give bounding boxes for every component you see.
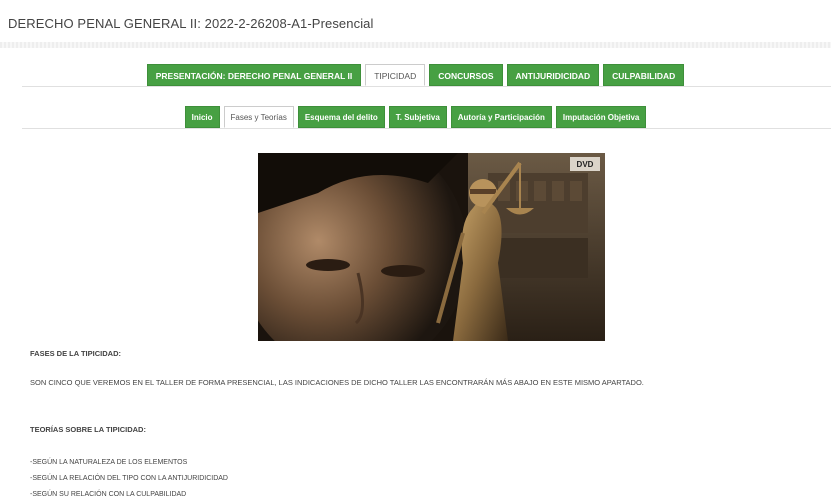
header-divider <box>0 42 831 48</box>
subtab-inicio[interactable]: Inicio <box>184 106 220 128</box>
subtab-t-subjetiva[interactable]: T. Subjetiva <box>388 106 447 128</box>
heading-theories: TEORÍAS SOBRE LA TIPICIDAD: <box>30 425 146 434</box>
tab-tipicidad[interactable]: TIPICIDAD <box>365 64 426 86</box>
hero-illustration: DVD <box>258 153 605 341</box>
hero-image: DVD <box>258 153 605 341</box>
paragraph-phases: SON CINCO QUE VEREMOS EN EL TALLER DE FO… <box>30 378 644 387</box>
list-item: -SEGÚN LA RELACIÓN DEL TIPO CON LA ANTIJ… <box>30 475 228 482</box>
tab-presentacion[interactable]: PRESENTACIÓN: DERECHO PENAL GENERAL II <box>146 64 362 86</box>
heading-phases: FASES DE LA TIPICIDAD: <box>30 349 121 358</box>
tab-culpabilidad[interactable]: CULPABILIDAD <box>603 64 685 86</box>
subtab-fases-teorias[interactable]: Fases y Teorías <box>223 106 294 128</box>
subtab-autoria-participacion[interactable]: Autoría y Participación <box>450 106 552 128</box>
subtab-imputacion-objetiva[interactable]: Imputación Objetiva <box>555 106 647 128</box>
sub-tab-bar: Inicio Fases y Teorías Esquema del delit… <box>0 106 831 129</box>
list-item: -SEGÚN LA NATURALEZA DE LOS ELEMENTOS <box>30 459 188 466</box>
main-tab-bar: PRESENTACIÓN: DERECHO PENAL GENERAL II T… <box>0 64 831 87</box>
course-title: DERECHO PENAL GENERAL II: 2022-2-26208-A… <box>8 16 374 31</box>
subtab-esquema-delito[interactable]: Esquema del delito <box>297 106 385 128</box>
list-item: -SEGÚN SU RELACIÓN CON LA CULPABILIDAD <box>30 491 187 498</box>
tab-concursos[interactable]: CONCURSOS <box>429 64 503 86</box>
dvd-label: DVD <box>577 160 594 169</box>
tab-antijuridicidad[interactable]: ANTIJURIDICIDAD <box>506 64 600 86</box>
